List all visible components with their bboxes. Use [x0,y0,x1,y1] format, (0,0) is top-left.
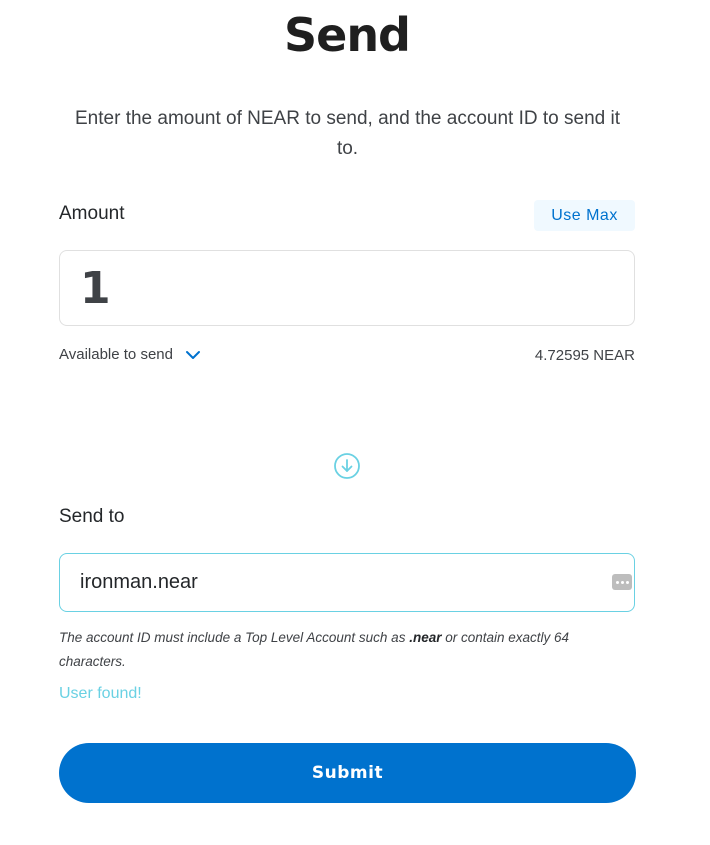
hint-prefix: The account ID must include a Top Level … [59,630,410,645]
amount-label: Amount [59,203,125,224]
user-found-status: User found! [59,685,142,702]
account-id-hint: The account ID must include a Top Level … [59,626,619,674]
send-page: Send Enter the amount of NEAR to send, a… [0,0,710,845]
page-subtitle: Enter the amount of NEAR to send, and th… [75,108,620,159]
submit-button[interactable]: Submit [59,743,636,803]
available-to-send-label: Available to send [59,346,173,363]
chevron-down-icon [185,350,200,359]
more-dots-icon[interactable] [612,574,632,590]
dot [615,580,619,584]
available-to-send-toggle[interactable]: Available to send [59,346,201,363]
page-title: Send [283,8,411,62]
available-balance: 4.72595 NEAR [534,347,635,364]
dot [625,580,629,584]
amount-input[interactable] [59,250,635,326]
arrow-down-circle-icon [334,453,360,479]
hint-tla: .near [409,630,442,645]
account-id-input[interactable] [59,553,635,612]
send-to-label: Send to [59,506,125,527]
use-max-button[interactable]: Use Max [534,200,635,231]
dot [620,580,624,584]
